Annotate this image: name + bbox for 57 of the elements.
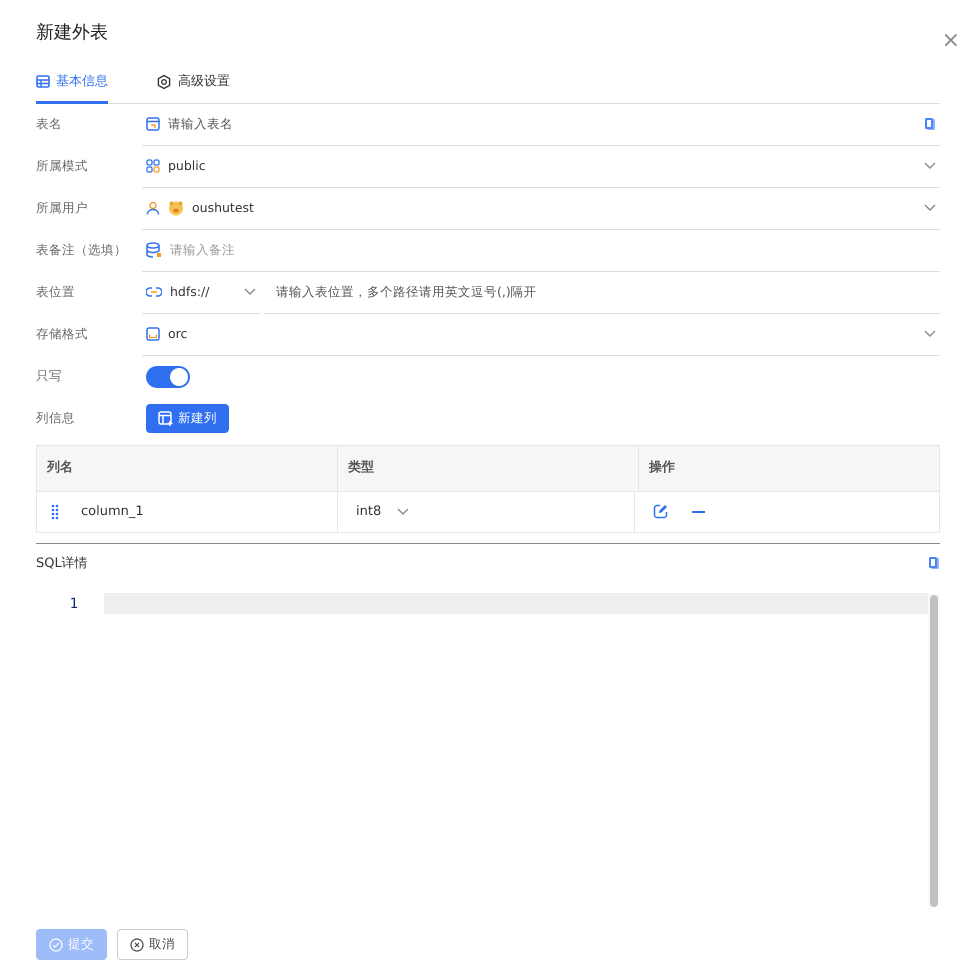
add-column-button[interactable]: 新建列	[146, 404, 229, 433]
check-circle-icon	[49, 938, 63, 952]
field-label: 只写	[36, 367, 63, 386]
field-label: 所属用户	[36, 199, 89, 218]
select-value: public	[168, 156, 207, 175]
toggle-switch[interactable]	[146, 366, 190, 388]
tab[interactable]: 基本信息	[36, 66, 108, 104]
user-icon	[146, 201, 160, 215]
chevron-down-icon	[924, 162, 936, 170]
type-select[interactable]: int8	[348, 502, 418, 522]
field-label: 表名	[36, 115, 63, 134]
protocol-select[interactable]: hdfs://	[142, 272, 260, 314]
database-icon	[146, 242, 162, 258]
text-field[interactable]: 请输入表名	[168, 114, 916, 134]
remove-icon[interactable]	[692, 510, 705, 514]
window-icon	[146, 117, 160, 131]
field-label: 列信息	[36, 409, 76, 428]
field-label: 所属模式	[36, 157, 89, 176]
scrollbar-thumb[interactable]	[930, 595, 938, 907]
line-number: 1	[68, 595, 78, 614]
close-circle-icon	[130, 938, 144, 952]
field-label: 存储格式	[36, 325, 89, 344]
add-column-icon	[158, 411, 173, 426]
tab[interactable]: 高级设置	[156, 66, 230, 104]
storage-icon	[146, 327, 160, 341]
text-field[interactable]: 请输入表位置，多个路径请用英文逗号(,)隔开	[276, 282, 936, 302]
edit-icon[interactable]	[653, 504, 668, 519]
chevron-down-icon	[397, 508, 410, 516]
dialog-title: 新建外表	[36, 22, 108, 44]
select-value: oushutest	[192, 198, 255, 217]
column-header: 类型	[348, 459, 374, 478]
cancel-button[interactable]: 取消	[117, 929, 188, 960]
select-value: hdfs://	[170, 282, 210, 301]
copy-icon[interactable]	[924, 117, 936, 131]
settings-icon	[156, 74, 172, 90]
chevron-down-icon	[244, 288, 256, 296]
chevron-down-icon	[924, 330, 936, 338]
column-header: 操作	[649, 459, 675, 478]
select-value: int8	[356, 502, 382, 521]
close-button[interactable]: ×	[942, 30, 960, 52]
field-label: 表位置	[36, 283, 76, 302]
select-field[interactable]: oushutest	[142, 188, 940, 230]
select-value: orc	[168, 324, 188, 343]
section-title: SQL详情	[36, 554, 88, 572]
copy-icon[interactable]	[928, 556, 940, 570]
column-header: 列名	[47, 459, 73, 478]
drag-handle-icon[interactable]	[51, 504, 59, 520]
avatar-icon	[168, 200, 184, 216]
select-field[interactable]: orc	[142, 314, 940, 356]
field-label: 表备注（选填）	[36, 241, 128, 260]
link-icon	[146, 286, 162, 298]
table-icon	[36, 74, 50, 89]
select-field[interactable]: public	[142, 146, 940, 188]
table-cell-text: column_1	[81, 502, 144, 521]
text-field[interactable]: 请输入备注	[170, 240, 936, 260]
grid-icon	[146, 159, 160, 173]
chevron-down-icon	[924, 204, 936, 212]
